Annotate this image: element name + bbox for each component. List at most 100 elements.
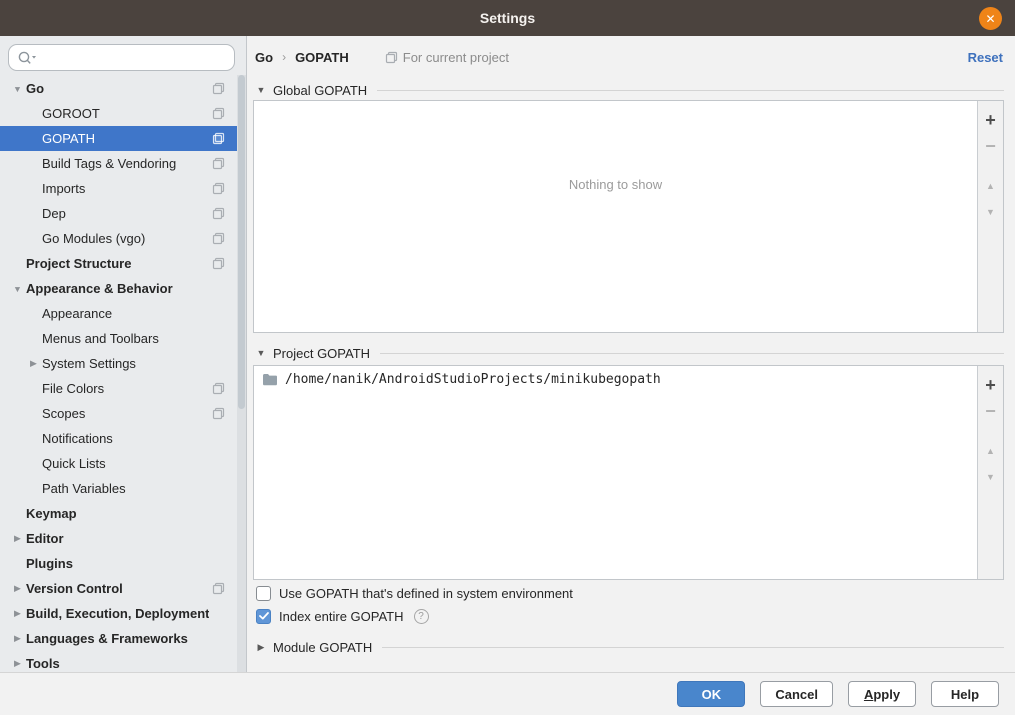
sidebar-item-build-execution-deployment[interactable]: ▶Build, Execution, Deployment (0, 601, 237, 626)
chevron-collapsed-icon[interactable]: ▶ (25, 358, 42, 368)
add-button[interactable]: + (981, 107, 1001, 133)
chevron-collapsed-icon[interactable]: ▶ (9, 583, 26, 593)
chevron-collapsed-icon[interactable]: ▶ (9, 658, 26, 668)
option-label: Use GOPATH that's defined in system envi… (279, 586, 573, 601)
sidebar-item-goroot[interactable]: GOROOT (0, 101, 237, 126)
settings-sidebar: ▼Go GOROOT GOPATH Build Tags & Vendoring… (0, 36, 247, 672)
sidebar-item-label: Languages & Frameworks (26, 631, 188, 646)
sidebar-item-label: GOROOT (42, 106, 100, 121)
help-button[interactable]: Help (931, 681, 999, 707)
collapse-triangle-icon[interactable]: ▼ (256, 348, 266, 358)
current-project-badge-icon (212, 107, 225, 120)
chevron-expanded-icon[interactable]: ▼ (9, 84, 26, 94)
sidebar-item-version-control[interactable]: ▶Version Control (0, 576, 237, 601)
section-title: Module GOPATH (273, 640, 372, 655)
section-rule (382, 647, 1004, 648)
sidebar-item-label: Go (26, 81, 44, 96)
sidebar-item-imports[interactable]: Imports (0, 176, 237, 201)
scope-label: For current project (403, 50, 509, 65)
reset-link[interactable]: Reset (968, 50, 1003, 65)
dialog-footer: OK Cancel Apply Help (0, 672, 1015, 715)
sidebar-item-label: File Colors (42, 381, 104, 396)
apply-button[interactable]: Apply (848, 681, 916, 707)
option-label: Index entire GOPATH (279, 609, 404, 624)
sidebar-item-label: Menus and Toolbars (42, 331, 159, 346)
scrollbar-thumb[interactable] (238, 75, 245, 409)
move-down-button[interactable]: ▼ (981, 464, 1001, 490)
sidebar-item-appearance[interactable]: Appearance (0, 301, 237, 326)
scope-indicator: For current project (385, 50, 509, 65)
close-button[interactable]: ✕ (979, 7, 1002, 30)
sidebar-item-plugins[interactable]: Plugins (0, 551, 237, 576)
window-title: Settings (480, 10, 535, 26)
move-up-button[interactable]: ▲ (981, 173, 1001, 199)
breadcrumb: Go › GOPATH For current project Reset (255, 46, 1003, 68)
sidebar-item-languages-frameworks[interactable]: ▶Languages & Frameworks (0, 626, 237, 651)
option-use-system-gopath[interactable]: Use GOPATH that's defined in system envi… (256, 584, 573, 602)
move-up-button[interactable]: ▲ (981, 438, 1001, 464)
ok-button-label: OK (702, 687, 722, 702)
ok-button[interactable]: OK (677, 681, 745, 707)
search-box[interactable] (8, 44, 235, 71)
current-project-badge-icon (212, 157, 225, 170)
current-project-badge-icon (385, 51, 398, 64)
help-icon[interactable]: ? (414, 609, 429, 624)
remove-button[interactable]: − (981, 398, 1001, 424)
expand-triangle-icon[interactable]: ▶ (256, 642, 266, 653)
apply-button-label: Apply (864, 687, 900, 702)
move-down-button[interactable]: ▼ (981, 199, 1001, 225)
sidebar-item-go-modules-vgo[interactable]: Go Modules (vgo) (0, 226, 237, 251)
breadcrumb-page: GOPATH (295, 50, 349, 65)
gopath-entry[interactable]: /home/nanik/AndroidStudioProjects/miniku… (254, 366, 977, 393)
sidebar-item-notifications[interactable]: Notifications (0, 426, 237, 451)
sidebar-item-label: Dep (42, 206, 66, 221)
sidebar-item-label: Version Control (26, 581, 123, 596)
chevron-collapsed-icon[interactable]: ▶ (9, 608, 26, 618)
remove-button[interactable]: − (981, 133, 1001, 159)
sidebar-item-label: Quick Lists (42, 456, 106, 471)
project-gopath-toolbar: + − ▲ ▼ (977, 366, 1003, 579)
search-input[interactable] (41, 45, 234, 70)
global-gopath-list[interactable]: Nothing to show (254, 101, 977, 332)
cancel-button[interactable]: Cancel (760, 681, 833, 707)
sidebar-item-editor[interactable]: ▶Editor (0, 526, 237, 551)
folder-icon (262, 373, 278, 386)
sidebar-item-scopes[interactable]: Scopes (0, 401, 237, 426)
sidebar-item-keymap[interactable]: Keymap (0, 501, 237, 526)
current-project-badge-icon (212, 232, 225, 245)
sidebar-item-label: Build, Execution, Deployment (26, 606, 209, 621)
add-button[interactable]: + (981, 372, 1001, 398)
sidebar-item-menus-and-toolbars[interactable]: Menus and Toolbars (0, 326, 237, 351)
sidebar-item-build-tags-vendoring[interactable]: Build Tags & Vendoring (0, 151, 237, 176)
sidebar-item-file-colors[interactable]: File Colors (0, 376, 237, 401)
sidebar-item-quick-lists[interactable]: Quick Lists (0, 451, 237, 476)
section-rule (377, 90, 1004, 91)
global-gopath-list-panel: Nothing to show + − ▲ ▼ (253, 100, 1004, 333)
section-rule (380, 353, 1004, 354)
sidebar-item-tools[interactable]: ▶Tools (0, 651, 237, 672)
option-index-entire-gopath[interactable]: Index entire GOPATH ? (256, 607, 429, 625)
checkbox-unchecked[interactable] (256, 586, 271, 601)
project-gopath-list[interactable]: /home/nanik/AndroidStudioProjects/miniku… (254, 366, 977, 579)
chevron-collapsed-icon[interactable]: ▶ (9, 633, 26, 643)
chevron-collapsed-icon[interactable]: ▶ (9, 533, 26, 543)
sidebar-item-path-variables[interactable]: Path Variables (0, 476, 237, 501)
sidebar-item-go[interactable]: ▼Go (0, 76, 237, 101)
breadcrumb-root[interactable]: Go (255, 50, 273, 65)
sidebar-item-gopath[interactable]: GOPATH (0, 126, 246, 151)
sidebar-item-system-settings[interactable]: ▶System Settings (0, 351, 237, 376)
sidebar-item-label: Go Modules (vgo) (42, 231, 145, 246)
sidebar-item-label: Keymap (26, 506, 77, 521)
sidebar-item-label: Editor (26, 531, 64, 546)
settings-tree: ▼Go GOROOT GOPATH Build Tags & Vendoring… (0, 76, 237, 672)
chevron-expanded-icon[interactable]: ▼ (9, 284, 26, 294)
sidebar-item-dep[interactable]: Dep (0, 201, 237, 226)
current-project-badge-icon (212, 407, 225, 420)
sidebar-scrollbar[interactable] (237, 75, 246, 672)
checkbox-checked[interactable] (256, 609, 271, 624)
section-module-gopath: ▶ Module GOPATH (256, 639, 1004, 655)
global-gopath-toolbar: + − ▲ ▼ (977, 101, 1003, 332)
collapse-triangle-icon[interactable]: ▼ (256, 85, 266, 95)
sidebar-item-project-structure[interactable]: Project Structure (0, 251, 237, 276)
sidebar-item-appearance-behavior[interactable]: ▼Appearance & Behavior (0, 276, 237, 301)
